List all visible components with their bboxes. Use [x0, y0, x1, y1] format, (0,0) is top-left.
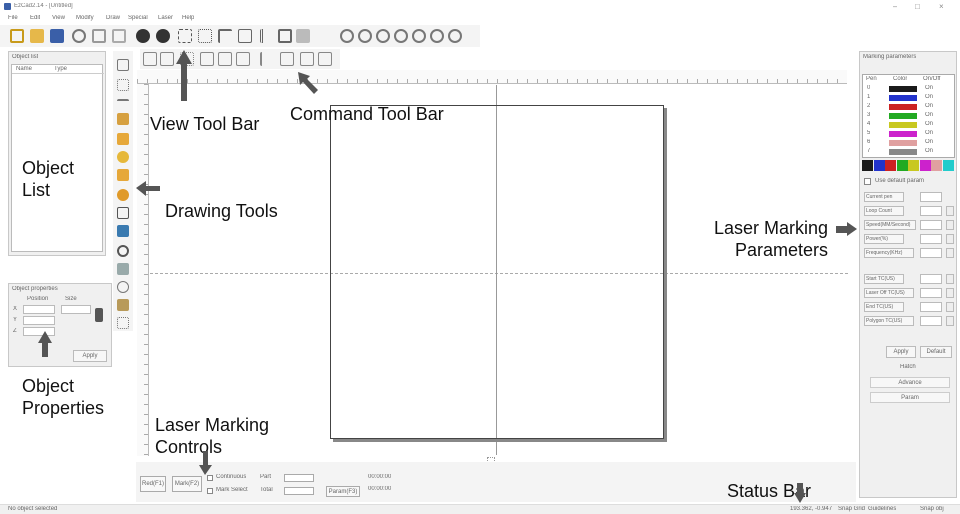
- arrow-laser-params: [836, 222, 857, 236]
- arrow-status-bar: [794, 483, 806, 503]
- arrow-drawing-tools: [136, 181, 160, 196]
- arrow-command-tool-bar: [298, 72, 318, 94]
- arrow-view-tool-bar: [176, 50, 192, 101]
- arrow-object-properties: [38, 331, 52, 357]
- arrow-laser-controls: [199, 451, 212, 475]
- annotation-arrows: [38, 50, 857, 503]
